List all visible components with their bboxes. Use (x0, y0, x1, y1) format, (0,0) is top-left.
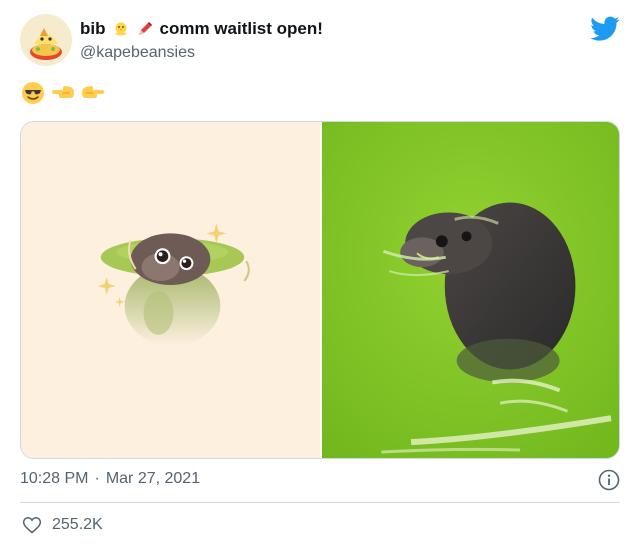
tweet-timestamp[interactable]: 10:28 PM · Mar 27, 2021 (20, 469, 200, 489)
user-handle[interactable]: @kapebeansies (80, 42, 323, 64)
heart-icon (22, 516, 42, 534)
pen-emoji-icon (138, 22, 152, 35)
meta-separator: · (94, 470, 100, 487)
tweet-time: 10:28 PM (20, 470, 89, 487)
info-icon[interactable] (598, 469, 620, 491)
backhand-index-pointing-left-icon (52, 86, 74, 98)
display-name-prefix: bib (80, 19, 106, 38)
smiling-face-with-sunglasses-icon (22, 82, 44, 104)
avatar-image (20, 14, 72, 66)
like-action[interactable]: 255.2K (22, 515, 103, 535)
like-count: 255.2K (52, 516, 103, 533)
author-names: bib comm waitlist open! @kapebeansies (80, 18, 323, 64)
tweet-text (20, 80, 106, 106)
chick-emoji-icon (114, 22, 127, 36)
display-name[interactable]: bib comm waitlist open! (80, 18, 323, 40)
seal-illustration-image[interactable] (21, 122, 320, 458)
tweet-date: Mar 27, 2021 (105, 470, 201, 487)
backhand-index-pointing-right-icon (82, 86, 104, 98)
divider (20, 502, 620, 503)
media-grid[interactable] (20, 121, 620, 459)
avatar[interactable] (20, 14, 72, 66)
seal-photo-image[interactable] (320, 122, 619, 458)
twitter-bird-icon[interactable] (590, 16, 620, 42)
display-name-suffix: comm waitlist open! (159, 19, 323, 38)
tweet-card: bib comm waitlist open! @kapebeansies 10… (0, 0, 640, 552)
